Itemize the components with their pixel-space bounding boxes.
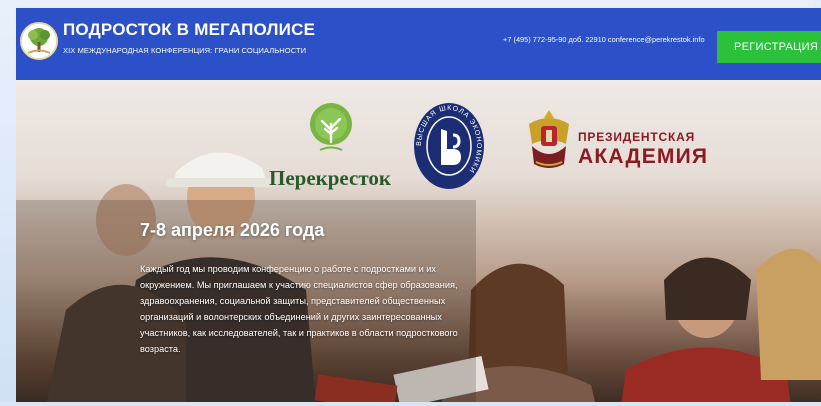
eagle-emblem-icon <box>529 110 569 168</box>
contact-info[interactable]: +7 (495) 772-95-90 доб. 22910 conference… <box>503 35 705 44</box>
register-button[interactable]: РЕГИСТРАЦИЯ 2026 <box>717 31 821 63</box>
partner-hse[interactable]: ВЫСШАЯ ШКОЛА ЭКОНОМИКИ <box>411 101 487 191</box>
page-edge-left <box>0 0 16 406</box>
partner-perekrestok[interactable]: Перекресток <box>264 102 396 192</box>
hero-section: Перекресток ВЫСШАЯ ШКОЛА ЭКОНОМИКИ ПРЕЗИ… <box>16 80 821 406</box>
hse-emblem-icon: ВЫСШАЯ ШКОЛА ЭКОНОМИКИ <box>414 103 484 189</box>
page-edge-bottom <box>0 402 821 406</box>
site-title[interactable]: ПОДРОСТОК В МЕГАПОЛИСЕ <box>63 20 315 40</box>
site-header: ПОДРОСТОК В МЕГАПОЛИСЕ XIX МЕЖДУНАРОДНАЯ… <box>16 8 821 80</box>
partner-perekrestok-name: Перекресток <box>269 166 391 190</box>
tree-logo-icon[interactable] <box>20 22 58 60</box>
site-subtitle: XIX МЕЖДУНАРОДНАЯ КОНФЕРЕНЦИЯ: ГРАНИ СОЦ… <box>63 46 307 55</box>
partner-academy-line2: АКАДЕМИЯ <box>578 145 709 168</box>
partner-academy[interactable]: ПРЕЗИДЕНТСКАЯ АКАДЕМИЯ <box>524 106 707 186</box>
conference-dates: 7-8 апреля 2026 года <box>140 220 325 240</box>
partner-academy-line1: ПРЕЗИДЕНТСКАЯ <box>578 130 696 144</box>
conference-intro: Каждый год мы проводим конференцию о раб… <box>140 264 458 354</box>
tree-emblem-icon <box>310 103 352 151</box>
